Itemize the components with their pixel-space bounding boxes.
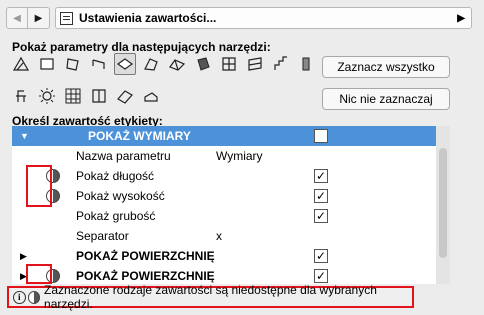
row-label: POKAŻ POWIERZCHNIĘ bbox=[76, 249, 215, 263]
triangle-right-icon: ▶ bbox=[34, 12, 43, 24]
table-row[interactable]: ▶ POKAŻ POWIERZCHNIĘ ✓ bbox=[12, 266, 436, 284]
skylight-tool-icon[interactable] bbox=[114, 85, 136, 107]
lamp-tool-icon[interactable] bbox=[36, 85, 58, 107]
table-scrollbar[interactable] bbox=[436, 126, 450, 284]
row-value[interactable]: Wymiary bbox=[216, 149, 263, 163]
warning-text: Zaznaczone rodzaje zawartości są niedost… bbox=[44, 283, 377, 311]
table-row[interactable]: ▼ POKAŻ WYMIARY ✓ bbox=[12, 126, 436, 146]
row-checkbox[interactable]: ✓ bbox=[314, 189, 328, 203]
collapse-arrow-icon[interactable]: ▶ bbox=[20, 251, 27, 262]
roof-tool-icon[interactable] bbox=[114, 53, 136, 75]
triangle-left-icon: ◀ bbox=[13, 12, 21, 24]
panel-icon bbox=[60, 11, 73, 25]
table-row[interactable]: Pokaż grubość ✓ bbox=[12, 206, 436, 226]
content-table: ▼ POKAŻ WYMIARY ✓ Nazwa parametru Wymiary Pok… bbox=[12, 126, 436, 284]
window-tool-icon[interactable] bbox=[88, 85, 110, 107]
forward-button[interactable]: ▶ bbox=[28, 7, 50, 29]
expand-arrow-icon[interactable]: ▼ bbox=[20, 131, 29, 141]
railing-tool-icon[interactable] bbox=[88, 53, 110, 75]
row-checkbox[interactable]: ✓ bbox=[314, 129, 328, 143]
half-circle-icon bbox=[27, 290, 41, 304]
row-checkbox[interactable]: ✓ bbox=[314, 249, 328, 263]
scrollbar-thumb[interactable] bbox=[439, 148, 447, 258]
mesh-tool-icon[interactable] bbox=[166, 53, 188, 75]
row-checkbox[interactable]: ✓ bbox=[314, 209, 328, 223]
column-tool-icon[interactable] bbox=[296, 53, 318, 75]
grid-tool-icon[interactable] bbox=[62, 85, 84, 107]
row-label: Pokaż wysokość bbox=[76, 189, 165, 203]
panel-selector[interactable]: Ustawienia zawartości... ▶ bbox=[55, 7, 472, 29]
table-row[interactable]: Pokaż wysokość ✓ bbox=[12, 186, 436, 206]
curtain-wall-tool-icon[interactable] bbox=[218, 53, 240, 75]
table-row[interactable]: Pokaż długość ✓ bbox=[12, 166, 436, 186]
row-label: Nazwa parametru bbox=[76, 149, 171, 163]
row-value[interactable]: x bbox=[216, 229, 222, 243]
row-checkbox[interactable]: ✓ bbox=[314, 169, 328, 183]
slab-tool-icon[interactable] bbox=[36, 53, 58, 75]
morph-tool-icon[interactable] bbox=[192, 53, 214, 75]
row-label: Pokaż długość bbox=[76, 169, 155, 183]
highlight-area-icon bbox=[26, 264, 52, 284]
shell-tool-icon[interactable] bbox=[140, 53, 162, 75]
tools-section-label: Pokaż parametry dla następujących narzęd… bbox=[12, 40, 271, 54]
info-icon: i bbox=[13, 290, 26, 304]
row-label: Separator bbox=[76, 229, 129, 243]
panel-title: Ustawienia zawartości... bbox=[79, 11, 217, 25]
opening-tool-icon[interactable] bbox=[140, 85, 162, 107]
row-label: POKAŻ WYMIARY bbox=[88, 129, 191, 143]
warning-message: i Zaznaczone rodzaje zawartości są niedo… bbox=[7, 283, 414, 311]
row-label: Pokaż grubość bbox=[76, 209, 156, 223]
select-all-button[interactable]: Zaznacz wszystko bbox=[322, 56, 450, 78]
table-row[interactable]: Nazwa parametru Wymiary bbox=[12, 146, 436, 166]
stair-tool-icon[interactable] bbox=[270, 53, 292, 75]
back-button[interactable]: ◀ bbox=[6, 7, 28, 29]
row-label: POKAŻ POWIERZCHNIĘ bbox=[76, 269, 215, 283]
fill-tool-icon[interactable] bbox=[10, 53, 32, 75]
table-row[interactable]: ▶ POKAŻ POWIERZCHNIĘ ✓ bbox=[12, 246, 436, 266]
beam-tool-icon[interactable] bbox=[62, 53, 84, 75]
highlight-dimension-icons bbox=[26, 165, 52, 207]
table-row[interactable]: Separator x bbox=[12, 226, 436, 246]
dropdown-arrow-icon: ▶ bbox=[457, 12, 465, 24]
object-tool-icon[interactable] bbox=[10, 85, 32, 107]
wall-panel-tool-icon[interactable] bbox=[244, 53, 266, 75]
row-checkbox[interactable]: ✓ bbox=[314, 269, 328, 283]
select-none-button[interactable]: Nic nie zaznaczaj bbox=[322, 88, 450, 110]
navigation-bar: ◀ ▶ Ustawienia zawartości... ▶ bbox=[6, 6, 472, 30]
